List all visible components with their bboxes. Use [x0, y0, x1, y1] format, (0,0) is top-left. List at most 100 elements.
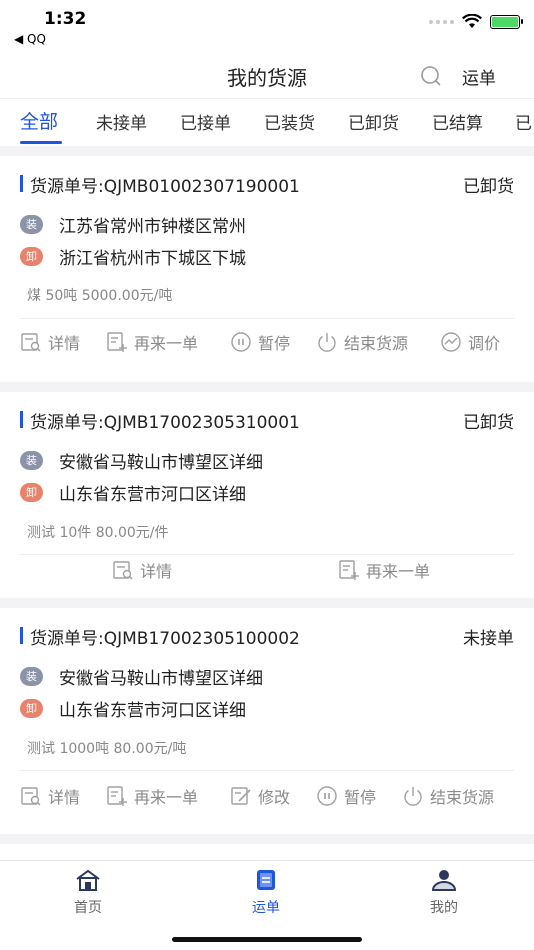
pause-label: 暂停 [258, 334, 291, 353]
nav-profile[interactable]: 我的 [404, 869, 484, 917]
waybill-header-button[interactable]: 运单 [462, 64, 496, 89]
pause-icon [231, 332, 251, 352]
wifi-icon [462, 14, 482, 28]
end-source-label: 结束货源 [344, 334, 409, 353]
order-number: 货源单号:QJMB01002307190001 [30, 177, 300, 197]
cargo-card[interactable]: 货源单号:QJMB17002305100002 未接单 装 安徽省马鞍山市博望区… [0, 608, 534, 834]
unload-address-row: 卸 山东省东营市河口区详细 [20, 697, 246, 721]
page-title: 我的货源 [227, 66, 307, 90]
status-bar: 1:32 ◀ QQ [0, 0, 534, 52]
reorder-button[interactable]: 再来一单 [106, 784, 198, 808]
card-actions: 详情 再来一单 修改 暂停 结束货源 [0, 784, 534, 812]
details-label: 详情 [48, 788, 81, 807]
header-accent-bar [20, 411, 23, 428]
details-button[interactable]: 详情 [20, 330, 80, 354]
load-address: 安徽省马鞍山市博望区详细 [59, 668, 263, 689]
edit-button[interactable]: 修改 [230, 784, 290, 808]
waybill-icon [257, 870, 275, 890]
search-icon[interactable] [420, 65, 442, 87]
bottom-nav: 首页 运单 我的 [0, 860, 534, 950]
order-number: 货源单号:QJMB17002305310001 [30, 413, 300, 433]
cargo-info: 测试 10件 80.00元/件 [27, 525, 169, 541]
reorder-icon [107, 332, 127, 352]
header-accent-bar [20, 175, 23, 192]
unload-address-row: 卸 山东省东营市河口区详细 [20, 481, 246, 505]
cargo-info: 煤 50吨 5000.00元/吨 [27, 288, 173, 304]
pause-button[interactable]: 暂停 [316, 784, 376, 808]
details-button[interactable]: 详情 [20, 784, 80, 808]
cargo-card[interactable]: 货源单号:QJMB01002307190001 已卸货 装 江苏省常州市钟楼区常… [0, 156, 534, 382]
card-actions: 详情 再来一单 [0, 558, 534, 586]
nav-waybill-label: 运单 [252, 900, 280, 916]
end-source-label: 结束货源 [430, 788, 495, 807]
reorder-button[interactable]: 再来一单 [338, 558, 430, 582]
reorder-icon [107, 786, 127, 806]
status-badge: 未接单 [463, 629, 514, 649]
status-tabs: 全部 未接单 已接单 已装货 已卸货 已结算 已 [0, 98, 534, 146]
edit-label: 修改 [258, 788, 291, 807]
details-icon [113, 561, 133, 580]
nav-home[interactable]: 首页 [48, 869, 128, 917]
unload-address: 山东省东营市河口区详细 [59, 700, 246, 721]
next-card-peek [0, 844, 534, 860]
tab-unaccepted[interactable]: 未接单 [96, 109, 147, 134]
adjust-price-button[interactable]: 调价 [440, 330, 500, 354]
unload-badge: 卸 [20, 246, 43, 266]
reorder-icon [339, 560, 359, 580]
nav-home-label: 首页 [74, 900, 102, 916]
header-accent-bar [20, 627, 23, 644]
load-badge: 装 [20, 214, 43, 234]
divider [20, 770, 514, 771]
cargo-info: 测试 1000吨 80.00元/吨 [27, 741, 187, 757]
end-source-button[interactable]: 结束货源 [316, 330, 408, 354]
tab-unloaded[interactable]: 已卸货 [348, 109, 399, 134]
tab-more[interactable]: 已 [515, 109, 532, 134]
pause-icon [317, 786, 337, 806]
load-badge: 装 [20, 666, 43, 686]
edit-icon [231, 787, 251, 805]
card-header: 货源单号:QJMB17002305310001 已卸货 [20, 408, 514, 433]
load-address-row: 装 安徽省马鞍山市博望区详细 [20, 665, 263, 689]
power-icon [318, 333, 336, 352]
card-header: 货源单号:QJMB01002307190001 已卸货 [20, 172, 514, 197]
card-header: 货源单号:QJMB17002305100002 未接单 [20, 624, 514, 649]
card-actions: 详情 再来一单 暂停 结束货源 调价 [0, 330, 534, 358]
tab-all[interactable]: 全部 [20, 107, 58, 134]
unload-address: 浙江省杭州市下城区下城 [59, 248, 246, 269]
trend-icon [441, 332, 461, 352]
back-to-app-link[interactable]: ◀ QQ [14, 32, 46, 46]
nav-profile-label: 我的 [430, 900, 458, 916]
tab-loaded[interactable]: 已装货 [264, 109, 315, 134]
unload-address-row: 卸 浙江省杭州市下城区下城 [20, 245, 246, 269]
load-badge: 装 [20, 450, 43, 470]
active-tab-indicator [20, 141, 62, 144]
details-icon [21, 787, 41, 806]
nav-bar: 我的货源 运单 [0, 52, 534, 98]
cargo-card[interactable]: 货源单号:QJMB17002305310001 已卸货 装 安徽省马鞍山市博望区… [0, 392, 534, 598]
tab-accepted[interactable]: 已接单 [180, 109, 231, 134]
reorder-button[interactable]: 再来一单 [106, 330, 198, 354]
unload-address: 山东省东营市河口区详细 [59, 484, 246, 505]
status-badge: 已卸货 [463, 177, 514, 197]
reorder-label: 再来一单 [366, 562, 431, 581]
load-address-row: 装 安徽省马鞍山市博望区详细 [20, 449, 263, 473]
details-icon [21, 333, 41, 352]
profile-icon [431, 870, 457, 891]
signal-icon [429, 19, 454, 24]
unload-badge: 卸 [20, 698, 43, 718]
divider [20, 554, 514, 555]
reorder-label: 再来一单 [134, 334, 199, 353]
nav-waybill[interactable]: 运单 [226, 869, 306, 917]
status-time: 1:32 [44, 9, 87, 29]
pause-button[interactable]: 暂停 [230, 330, 290, 354]
end-source-button[interactable]: 结束货源 [402, 784, 494, 808]
power-icon [404, 787, 422, 806]
status-indicators [429, 14, 523, 29]
pause-label: 暂停 [344, 788, 377, 807]
status-badge: 已卸货 [463, 413, 514, 433]
details-label: 详情 [140, 562, 173, 581]
home-icon [76, 869, 100, 891]
home-indicator [172, 937, 362, 942]
tab-settled[interactable]: 已结算 [432, 109, 483, 134]
details-button[interactable]: 详情 [112, 558, 172, 582]
